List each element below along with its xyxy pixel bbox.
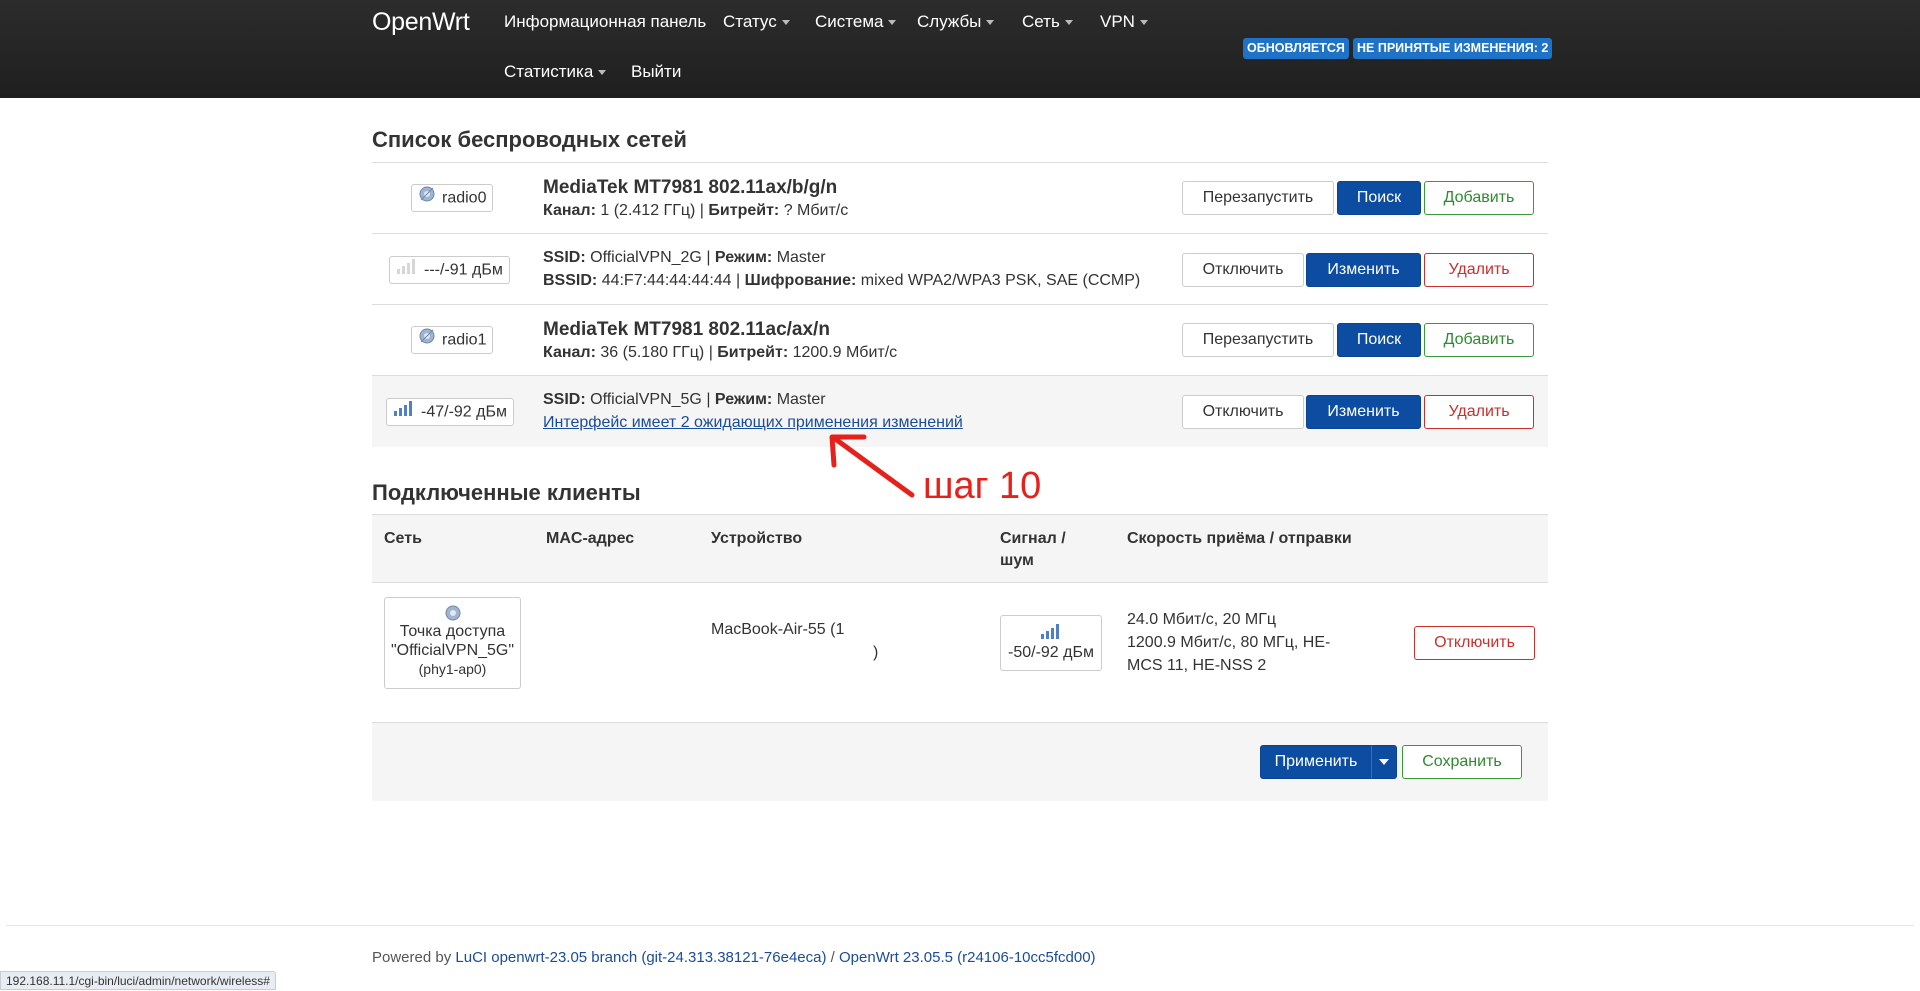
network-row-2g: ---/-91 дБм SSID: OfficialVPN_2G | Режим… [372, 234, 1548, 305]
caret-down-icon [598, 70, 607, 76]
restart-button[interactable]: Перезапустить [1182, 323, 1334, 357]
apply-button[interactable]: Применить [1260, 745, 1372, 779]
unsaved-changes-badge[interactable]: НЕ ПРИНЯТЫЕ ИЗМЕНЕНИЯ: 2 [1353, 38, 1553, 59]
save-button[interactable]: Сохранить [1402, 745, 1522, 779]
footer-powered: Powered by [372, 949, 456, 966]
bssid-line-2g: BSSID: 44:F7:44:44:44:44 | Шифрование: m… [543, 272, 1141, 289]
action-bar: Применить Сохранить [372, 723, 1548, 801]
nav-vpn-label: VPN [1100, 12, 1135, 31]
caret-down-icon [1064, 20, 1073, 26]
delete-button[interactable]: Удалить [1424, 253, 1534, 287]
client-rate-rx: 24.0 Мбит/с, 20 МГц [1127, 611, 1277, 628]
annotation-label: шаг 10 [923, 465, 1042, 507]
disable-button[interactable]: Отключить [1182, 395, 1304, 429]
clients-table-header: Сеть MAC-адрес Устройство Сигнал / шум Ск… [372, 515, 1548, 583]
client-device-tail: ) [873, 644, 879, 661]
browser-status-url: 192.168.11.1/cgi-bin/luci/admin/network/… [0, 971, 276, 990]
network-row-5g: -47/-92 дБм SSID: OfficialVPN_5G | Режим… [372, 376, 1548, 447]
client-rate-tx: 1200.9 Мбит/с, 80 МГц, HE- [1127, 634, 1331, 651]
client-device: MacBook-Air-55 (1 [711, 621, 845, 638]
radio1-label: radio1 [442, 331, 487, 349]
radio1-title: MediaTek MT7981 802.11ac/ax/n [543, 319, 830, 340]
add-button[interactable]: Добавить [1424, 323, 1534, 357]
apply-dropdown-button[interactable] [1371, 745, 1397, 779]
client-network-name: Точка доступа [399, 623, 506, 640]
col-device: Устройство [711, 530, 803, 547]
client-signal-value: -50/-92 дБм [1008, 644, 1094, 661]
nav-logout-label: Выйти [631, 62, 682, 81]
footer: Powered by LuCI openwrt-23.05 branch (gi… [372, 949, 1096, 966]
caret-down-icon [1139, 20, 1148, 26]
nav-dashboard[interactable]: Информационная панель [504, 12, 706, 32]
restart-button[interactable]: Перезапустить [1182, 181, 1334, 215]
ssid-line-2g: SSID: OfficialVPN_2G | Режим: Master [543, 249, 826, 266]
signal-value-2g: ---/-91 дБм [424, 261, 503, 279]
radio1-channel-line: Канал: 36 (5.180 ГГц) | Битрейт: 1200.9 … [543, 344, 898, 361]
radio0-channel-line: Канал: 1 (2.412 ГГц) | Битрейт: ? Мбит/с [543, 202, 849, 219]
delete-button[interactable]: Удалить [1424, 395, 1534, 429]
edit-button[interactable]: Изменить [1306, 395, 1421, 429]
caret-down-icon [986, 20, 995, 26]
nav-services[interactable]: Службы [917, 12, 995, 32]
caret-down-icon [888, 20, 897, 26]
top-navbar: OpenWrt Информационная панель Статус Сис… [0, 0, 1920, 98]
wifi-radio-icon [418, 185, 436, 212]
nav-statistics[interactable]: Статистика [504, 62, 607, 82]
nav-network-label: Сеть [1022, 12, 1060, 31]
footer-divider [6, 925, 1914, 926]
wireless-heading: Список беспроводных сетей [372, 127, 687, 152]
luci-link[interactable]: LuCI openwrt-23.05 branch (git-24.313.38… [455, 949, 826, 966]
nav-system-label: Система [815, 12, 884, 31]
signal-badge-2g: ---/-91 дБм [389, 256, 510, 284]
brand-logo[interactable]: OpenWrt [372, 8, 470, 37]
disconnect-client-button[interactable]: Отключить [1414, 626, 1535, 660]
wifi-radio-icon [385, 604, 520, 622]
radio0-title: MediaTek MT7981 802.11ax/b/g/n [543, 177, 838, 198]
wifi-radio-icon [418, 327, 436, 354]
annotation-arrow-icon [829, 434, 915, 498]
client-network-iface: (phy1-ap0) [418, 661, 487, 677]
col-network: Сеть [384, 530, 422, 547]
updating-badge: ОБНОВЛЯЕТСЯ [1243, 38, 1349, 59]
nav-statistics-label: Статистика [504, 62, 594, 81]
radio-row-radio1: radio1 MediaTek MT7981 802.11ac/ax/n Кан… [372, 305, 1548, 376]
scan-button[interactable]: Поиск [1337, 323, 1421, 357]
client-rate-tx-cont: MCS 11, HE-NSS 2 [1127, 657, 1267, 674]
signal-none-icon [396, 257, 418, 284]
add-button[interactable]: Добавить [1424, 181, 1534, 215]
radio-row-radio0: radio0 MediaTek MT7981 802.11ax/b/g/n Ка… [372, 163, 1548, 234]
nav-network[interactable]: Сеть [1022, 12, 1073, 32]
col-signal: Сигнал / шум [1000, 530, 1066, 569]
signal-good-icon [393, 399, 415, 426]
col-mac: MAC-адрес [546, 530, 635, 547]
nav-logout[interactable]: Выйти [631, 62, 681, 82]
radio0-label: radio0 [442, 189, 487, 207]
caret-down-icon [1379, 758, 1389, 765]
nav-services-label: Службы [917, 12, 982, 31]
ssid-line-5g: SSID: OfficialVPN_5G | Режим: Master [543, 391, 826, 408]
openwrt-link[interactable]: OpenWrt 23.05.5 (r24106-10cc5fcd00) [839, 949, 1096, 966]
signal-badge-5g: -47/-92 дБм [386, 398, 514, 426]
footer-sep: / [826, 949, 839, 966]
radio1-badge: radio1 [411, 326, 494, 354]
col-rate: Скорость приёма / отправки [1127, 530, 1352, 547]
signal-value-5g: -47/-92 дБм [421, 403, 507, 421]
signal-good-icon [1001, 622, 1101, 642]
client-signal-badge: -50/-92 дБм [1000, 615, 1102, 671]
scan-button[interactable]: Поиск [1337, 181, 1421, 215]
caret-down-icon [781, 20, 790, 26]
nav-vpn[interactable]: VPN [1100, 12, 1148, 32]
nav-status[interactable]: Статус [723, 12, 790, 32]
nav-system[interactable]: Система [815, 12, 897, 32]
radio0-badge: radio0 [411, 184, 494, 212]
clients-heading: Подключенные клиенты [372, 480, 641, 505]
nav-dashboard-label: Информационная панель [504, 12, 707, 31]
client-network-ssid: "OfficialVPN_5G" [390, 642, 515, 659]
client-network-badge: Точка доступа "OfficialVPN_5G" (phy1-ap0… [384, 597, 521, 689]
nav-status-label: Статус [723, 12, 777, 31]
disable-button[interactable]: Отключить [1182, 253, 1304, 287]
edit-button[interactable]: Изменить [1306, 253, 1421, 287]
client-row: Точка доступа "OfficialVPN_5G" (phy1-ap0… [372, 583, 1548, 723]
